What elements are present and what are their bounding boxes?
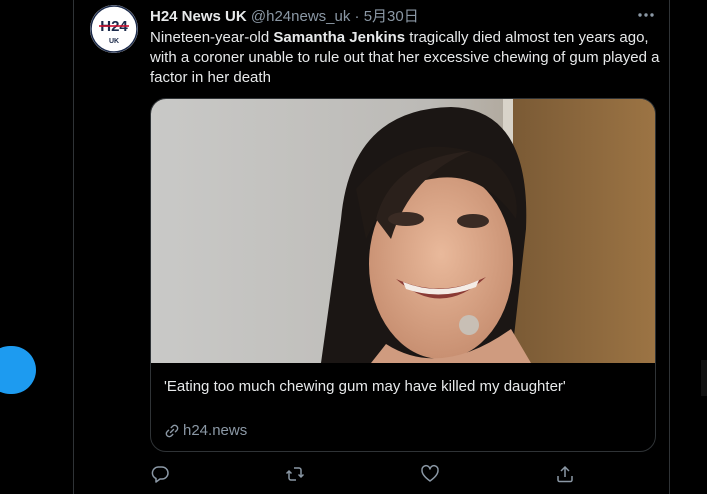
tweet-header: H24 News UK @h24news_uk · 5月30日 — [150, 7, 659, 27]
share-icon[interactable] — [555, 464, 577, 486]
scrollbar-track[interactable] — [701, 0, 707, 494]
retweet-icon[interactable] — [285, 464, 307, 486]
display-name[interactable]: H24 News UK — [150, 8, 247, 25]
reply-icon[interactable] — [150, 464, 172, 486]
card-domain-text: h24.news — [183, 422, 248, 439]
card-domain[interactable]: h24.news — [164, 421, 247, 441]
handle[interactable]: @h24news_uk — [251, 8, 350, 25]
separator-dot: · — [354, 8, 360, 25]
like-icon[interactable] — [420, 464, 442, 486]
avatar[interactable]: H24 UK — [90, 5, 138, 53]
avatar-logo-sub: UK — [109, 38, 119, 45]
card-image[interactable] — [151, 99, 655, 363]
compose-fab-edge[interactable] — [0, 346, 36, 394]
tweet-text-bold: Samantha Jenkins — [273, 29, 406, 46]
link-card[interactable]: 'Eating too much chewing gum may have ki… — [150, 98, 656, 452]
more-icon[interactable] — [635, 6, 657, 24]
link-icon — [165, 424, 179, 438]
scrollbar-thumb[interactable] — [701, 360, 707, 396]
timestamp[interactable]: 5月30日 — [364, 8, 419, 25]
tweet-actions — [150, 464, 590, 486]
card-title[interactable]: 'Eating too much chewing gum may have ki… — [164, 377, 644, 397]
tweet-text-before: Nineteen-year-old — [150, 29, 274, 46]
tweet-text: Nineteen-year-old Samantha Jenkins tragi… — [150, 28, 660, 88]
